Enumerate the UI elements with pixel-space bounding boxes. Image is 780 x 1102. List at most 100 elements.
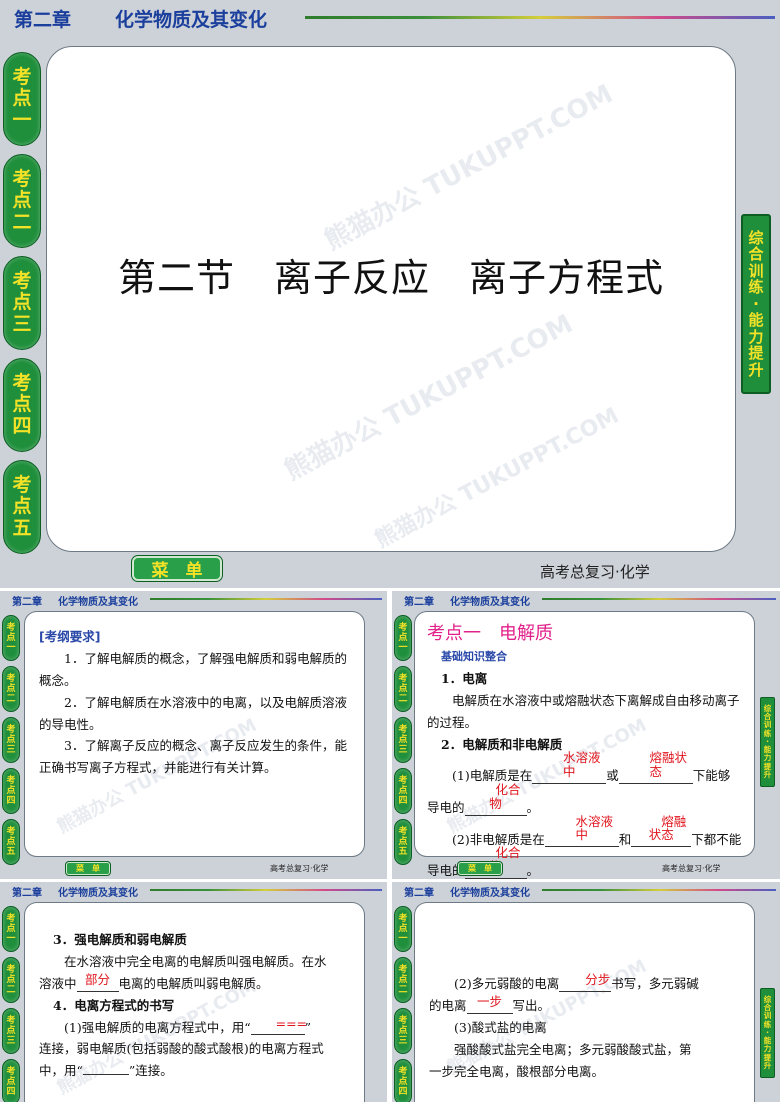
tab-section-5[interactable]: 考点五 xyxy=(394,819,412,865)
menu-button[interactable]: 菜 单 xyxy=(66,862,110,875)
strong-weak-content: 3．强电解质和弱电解质 在水溶液中完全电离的电解质叫强电解质。在水 溶液中 部分电… xyxy=(39,929,357,1082)
footer-text: 高考总复习·化学 xyxy=(662,864,721,873)
section-heading: [考纲要求] xyxy=(39,629,101,644)
chapter-number: 第二章 xyxy=(12,596,42,608)
section-title: 考点一 电解质 xyxy=(427,623,553,644)
paragraph: 电解质在水溶液中或熔融状态下离解成自由移动离子的过程。 xyxy=(427,692,740,730)
tab-section-4[interactable]: 考点四 xyxy=(394,1059,412,1102)
header-stripe xyxy=(542,598,776,600)
electrolyte-content: 考点一 电解质 基础知识整合 1．电离 电解质在水溶液中或熔融状态下离解成自由移… xyxy=(427,620,749,879)
tab-section-2[interactable]: 考点二 xyxy=(394,666,412,712)
answer-blank: 熔融状态 xyxy=(631,814,692,848)
comprehensive-training-button[interactable]: 综合训练 · 能力提升 xyxy=(741,214,771,394)
tab-section-4[interactable]: 考点四 xyxy=(394,768,412,814)
tab-section-2[interactable]: 考点二 xyxy=(3,154,41,248)
answer-blank: 部分 xyxy=(76,972,119,992)
tab-section-1[interactable]: 考点一 xyxy=(394,906,412,952)
paragraph: (3)酸式盐的电离 xyxy=(454,1019,547,1035)
watermark: 熊猫办公 TUKUPPT.COM xyxy=(319,78,618,257)
point-heading: 1．电离 xyxy=(441,670,488,686)
slide-header: 第二章 化学物质及其变化 xyxy=(0,591,387,609)
paragraph: 溶液中 部分 电离的电解质叫弱电解质。 xyxy=(39,971,269,992)
tab-section-5[interactable]: 考点五 xyxy=(3,460,41,554)
subsection-title: 基础知识整合 xyxy=(441,650,507,663)
content-panel: 熊猫办公 TUKUPPT.COM 熊猫办公 TUKUPPT.COM 第二节 离子… xyxy=(46,46,736,552)
point-heading: 3．强电解质和弱电解质 xyxy=(53,932,187,947)
slide-header: 第二章 化学物质及其变化 xyxy=(392,591,780,609)
tab-section-2[interactable]: 考点二 xyxy=(2,666,20,712)
footer-text: 高考总复习·化学 xyxy=(540,563,650,581)
paragraph: 中，用“ ”连接。 xyxy=(39,1063,173,1079)
tab-section-3[interactable]: 考点三 xyxy=(2,717,20,763)
slide-electrolyte: 第二章 化学物质及其变化 考点一 考点二 考点三 考点四 考点五 熊猫办公 TU… xyxy=(392,591,780,879)
chapter-number: 第二章 xyxy=(14,8,72,31)
menu-button[interactable]: 菜 单 xyxy=(132,556,222,581)
slide-header: 第二章 化学物质及其变化 xyxy=(392,882,780,900)
tab-section-4[interactable]: 考点四 xyxy=(2,768,20,814)
chapter-title: 化学物质及其变化 xyxy=(450,887,530,899)
tab-section-2[interactable]: 考点二 xyxy=(2,957,20,1003)
slide-title-text: 第二节 离子反应 离子方程式 xyxy=(117,256,664,300)
comprehensive-training-button[interactable]: 综合训练 · 能力提升 xyxy=(760,697,775,787)
paragraph: (2)多元弱酸的电离 分步书写，多元弱碱 xyxy=(454,972,699,992)
tab-section-4[interactable]: 考点四 xyxy=(3,358,41,452)
slide-strong-weak-electrolyte: 第二章 化学物质及其变化 考点一 考点二 考点三 考点四 熊猫办公 TUKUPP… xyxy=(0,882,387,1102)
comprehensive-training-button[interactable]: 综合训练 · 能力提升 xyxy=(760,988,775,1078)
tab-section-1[interactable]: 考点一 xyxy=(2,906,20,952)
answer-blank xyxy=(82,1074,129,1076)
chapter-title: 化学物质及其变化 xyxy=(58,596,138,608)
paragraph: 的电离 一步 写出。 xyxy=(429,993,551,1014)
answer-blank: 一步 xyxy=(466,995,513,1014)
tab-section-3[interactable]: 考点三 xyxy=(394,1008,412,1054)
requirement-item: 1．了解电解质的概念，了解强电解质和弱电解质的概念。 xyxy=(39,650,347,688)
tab-section-1[interactable]: 考点一 xyxy=(394,615,412,661)
paragraph: 连接，弱电解质(包括弱酸的酸式酸根)的电离方程式 xyxy=(39,1041,324,1057)
watermark: 熊猫办公 TUKUPPT.COM xyxy=(279,308,578,487)
paragraph: (1)强电解质的电离方程式中，用“ ===” xyxy=(64,1015,311,1036)
chapter-number: 第二章 xyxy=(12,887,42,899)
chapter-title: 化学物质及其变化 xyxy=(115,8,268,31)
tab-section-3[interactable]: 考点三 xyxy=(2,1008,20,1054)
section-tabs: 考点一 考点二 考点三 考点四 考点五 xyxy=(2,615,20,865)
tab-section-2[interactable]: 考点二 xyxy=(394,957,412,1003)
paragraph: 一步完全电离，酸根部分电离。 xyxy=(429,1063,605,1079)
exam-requirements: [考纲要求] 1．了解电解质的概念，了解强电解质和弱电解质的概念。 2．了解电解… xyxy=(39,626,355,779)
point-heading: 4．电离方程式的书写 xyxy=(53,997,175,1013)
tab-section-5[interactable]: 考点五 xyxy=(2,819,20,865)
paragraph: 强酸酸式盐完全电离；多元弱酸酸式盐，第 xyxy=(454,1041,692,1057)
requirement-item: 2．了解电解质在水溶液中的电离，以及电解质溶液的导电性。 xyxy=(39,694,347,732)
slide-title: 第二章 化学物质及其变化 考点一 考点二 考点三 考点四 考点五 熊猫办公 TU… xyxy=(0,0,780,588)
section-tabs: 考点一 考点二 考点三 考点四 xyxy=(394,906,412,1102)
header-stripe xyxy=(542,889,776,891)
polyprotic-content: (2)多元弱酸的电离 分步书写，多元弱碱 的电离 一步 写出。 (3)酸式盐的电离 强… xyxy=(429,973,747,1082)
menu-button[interactable]: 菜 单 xyxy=(458,862,502,875)
answer-blank: 水溶液中 xyxy=(544,814,619,848)
chapter-title: 化学物质及其变化 xyxy=(450,596,530,608)
paragraph-electrolyte: (1)电解质是在水溶液中 或熔融状态 下能够 导电的化合物。 xyxy=(427,750,731,816)
content-panel: 熊猫办公 TUKUPPT.COM 考点一 电解质 基础知识整合 1．电离 电解质… xyxy=(414,611,755,879)
chapter-number: 第二章 xyxy=(404,887,434,899)
header-stripe xyxy=(305,16,775,19)
header-stripe xyxy=(150,598,382,600)
tab-section-1[interactable]: 考点一 xyxy=(2,615,20,661)
answer-blank: 熔融状态 xyxy=(618,751,693,784)
tab-section-3[interactable]: 考点三 xyxy=(3,256,41,350)
section-tabs: 考点一 考点二 考点三 考点四 考点五 xyxy=(394,615,412,865)
answer-blank: 分步 xyxy=(559,973,612,992)
paragraph: 在水溶液中完全电离的电解质叫强电解质。在水 xyxy=(64,953,327,969)
answer-blank: 化合物 xyxy=(464,783,527,816)
answer-blank: 水溶液中 xyxy=(532,751,607,784)
requirement-item: 3．了解离子反应的概念、离子反应发生的条件，能正确书写离子方程式，并能进行有关计… xyxy=(39,738,347,776)
slide-header: 第二章 化学物质及其变化 xyxy=(0,882,387,900)
slide-exam-requirements: 第二章 化学物质及其变化 考点一 考点二 考点三 考点四 考点五 熊猫办公 TU… xyxy=(0,591,387,879)
tab-section-4[interactable]: 考点四 xyxy=(2,1059,20,1102)
tab-section-3[interactable]: 考点三 xyxy=(394,717,412,763)
tab-section-1[interactable]: 考点一 xyxy=(3,52,41,146)
answer-blank: === xyxy=(250,1016,307,1036)
content-panel: 熊猫办公 TUKUPPT.COM (2)多元弱酸的电离 分步书写，多元弱碱 的电离… xyxy=(414,902,755,1102)
section-tabs: 考点一 考点二 考点三 考点四 xyxy=(2,906,20,1102)
chapter-title: 化学物质及其变化 xyxy=(58,887,138,899)
chapter-number: 第二章 xyxy=(404,596,434,608)
section-tabs: 考点一 考点二 考点三 考点四 考点五 xyxy=(3,52,41,554)
content-panel: 熊猫办公 TUKUPPT.COM [考纲要求] 1．了解电解质的概念，了解强电解… xyxy=(24,611,365,857)
